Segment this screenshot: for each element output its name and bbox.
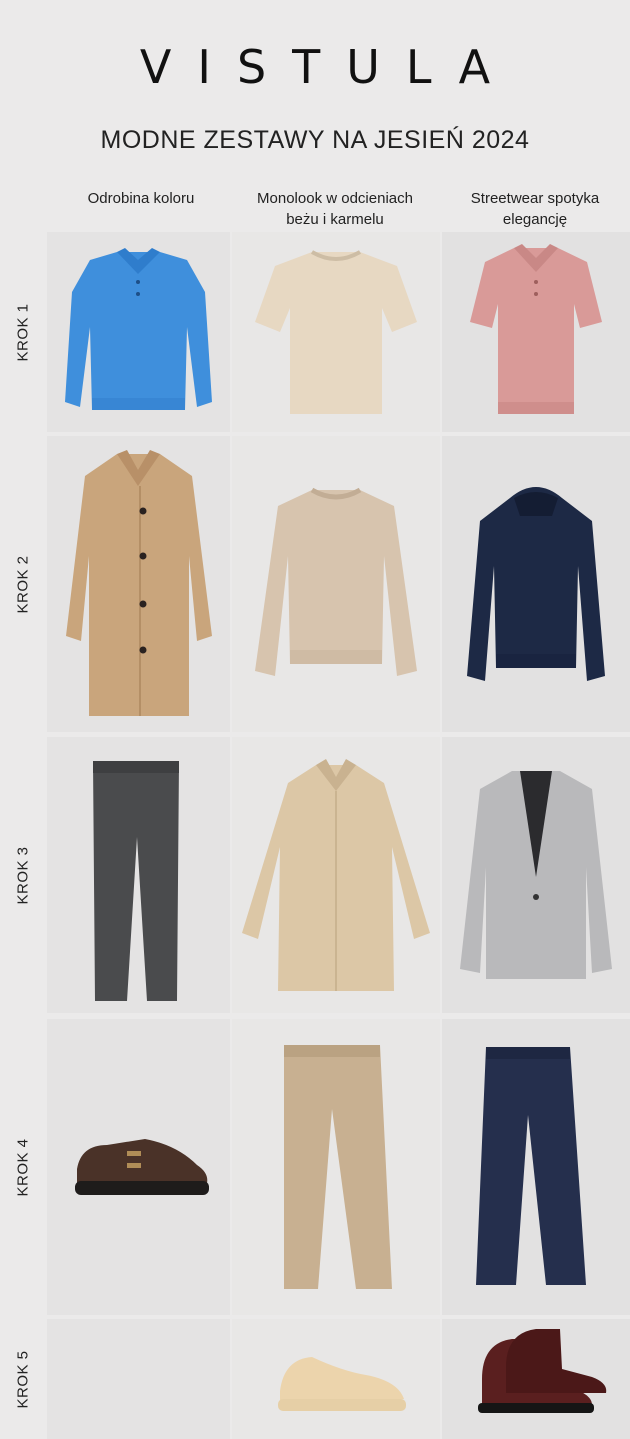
product-camel-coat[interactable]	[47, 436, 230, 732]
product-beige-trousers[interactable]	[232, 1019, 440, 1315]
product-pink-polo-shirt[interactable]	[442, 232, 630, 432]
page-title: MODNE ZESTAWY NA JESIEŃ 2024	[100, 126, 530, 154]
shoe-icon	[75, 1139, 209, 1195]
column-header-3: Streetwear spotyka elegancję	[470, 190, 600, 228]
product-beige-sweatshirt[interactable]	[232, 436, 440, 732]
product-navy-trousers[interactable]	[442, 1019, 630, 1315]
product-blue-polo-sweater[interactable]	[47, 232, 230, 432]
polo-sweater-icon	[65, 248, 212, 410]
trousers-icon	[284, 1045, 392, 1289]
column-header-2: Monolook w odcieniach beżu i karmelu	[257, 190, 413, 228]
product-brown-monk-shoe[interactable]	[47, 1019, 230, 1315]
row-label-5: KROK 5	[14, 1349, 32, 1409]
row-label-3: KROK 3	[14, 845, 32, 905]
product-beige-tshirt[interactable]	[232, 232, 440, 432]
row-label-4: KROK 4	[14, 1137, 32, 1197]
product-grey-check-trousers[interactable]	[47, 737, 230, 1013]
product-beige-sneaker[interactable]	[232, 1319, 440, 1439]
product-empty-slot	[47, 1319, 230, 1439]
trench-coat-icon	[242, 759, 430, 991]
trousers-icon	[93, 761, 179, 1001]
column-header-1: Odrobina koloru	[87, 190, 195, 207]
trousers-icon	[476, 1047, 586, 1285]
row-label-2: KROK 2	[14, 554, 32, 614]
coat-icon	[66, 450, 212, 716]
hoodie-icon	[467, 487, 605, 681]
brand-logo[interactable]: VISTULA	[0, 40, 630, 94]
product-grey-blazer[interactable]	[442, 737, 630, 1013]
product-burgundy-chelsea-boots[interactable]	[442, 1319, 630, 1439]
polo-shirt-icon	[470, 244, 602, 414]
sneaker-icon	[278, 1357, 406, 1411]
tshirt-icon	[255, 250, 417, 414]
sweatshirt-icon	[255, 487, 417, 676]
product-beige-trench-coat[interactable]	[232, 737, 440, 1013]
blazer-icon	[460, 771, 612, 979]
row-label-1: KROK 1	[14, 302, 32, 362]
chelsea-boot-icon	[478, 1329, 607, 1413]
product-navy-hoodie[interactable]	[442, 436, 630, 732]
